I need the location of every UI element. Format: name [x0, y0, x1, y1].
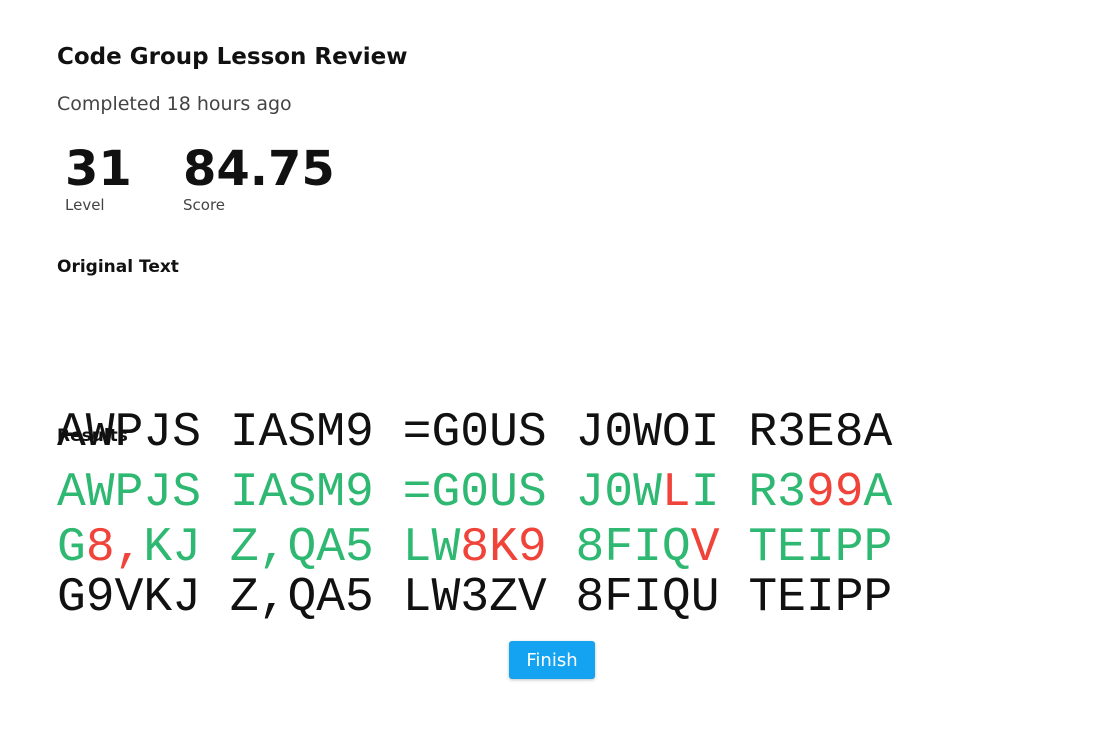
incorrect-segment: L [661, 466, 691, 520]
correct-segment: G [57, 521, 86, 575]
finish-button[interactable]: Finish [509, 641, 595, 679]
result-line: AWPJS IASM9 =G0US J0WLI R399A [57, 466, 892, 521]
score-stat: 84.75 Score [183, 141, 335, 214]
correct-segment: TEIPP [719, 521, 893, 575]
level-value: 31 [65, 141, 132, 197]
correct-segment: I R3 [690, 466, 806, 520]
correct-segment: AWPJS IASM9 =G0US J0W [57, 466, 662, 520]
correct-segment: KJ Z,QA5 LW [143, 521, 461, 575]
page-title: Code Group Lesson Review [57, 44, 408, 70]
level-stat: 31 Level [65, 141, 132, 214]
result-line: G8,KJ Z,QA5 LW8K9 8FIQV TEIPP [57, 521, 892, 576]
correct-segment: 8FIQ [546, 521, 691, 575]
incorrect-segment: 8K9 [460, 521, 547, 575]
correct-segment: A [863, 466, 893, 520]
incorrect-segment: 8, [85, 521, 144, 575]
incorrect-segment: 99 [805, 466, 864, 520]
results-block: AWPJS IASM9 =G0US J0WLI R399A G8,KJ Z,QA5… [57, 466, 892, 576]
results-heading: Results [57, 426, 128, 446]
original-text-heading: Original Text [57, 257, 179, 277]
score-label: Score [183, 196, 226, 214]
incorrect-segment: V [690, 521, 720, 575]
level-label: Level [65, 196, 105, 214]
original-line: G9VKJ Z,QA5 LW3ZV 8FIQU TEIPP [57, 571, 893, 625]
score-value: 84.75 [183, 141, 335, 197]
completion-time: Completed 18 hours ago [57, 93, 292, 115]
original-line: AWPJS IASM9 =G0US J0WOI R3E8A [57, 406, 893, 460]
